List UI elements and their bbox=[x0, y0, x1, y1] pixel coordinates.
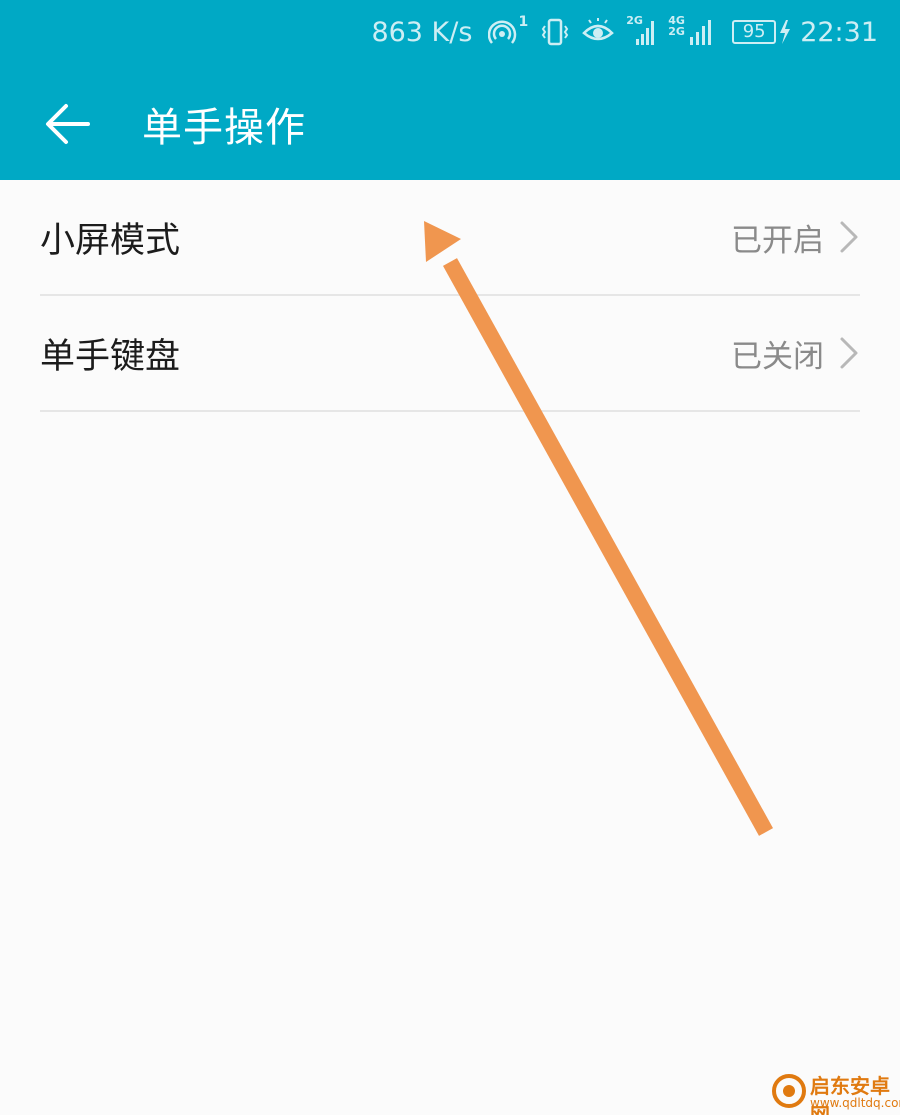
setting-label: 单手键盘 bbox=[40, 336, 181, 377]
chevron-right-icon bbox=[840, 221, 858, 253]
setting-row-one-handed-keyboard[interactable]: 单手键盘 已关闭 bbox=[40, 296, 860, 412]
battery-icon: 95 bbox=[732, 17, 794, 47]
sim1-network-type: 2G bbox=[626, 14, 643, 27]
setting-status: 已关闭 bbox=[731, 338, 824, 375]
watermark-logo-icon bbox=[772, 1074, 806, 1108]
back-button[interactable] bbox=[40, 96, 96, 152]
watermark-url: www.qdltdq.com bbox=[810, 1096, 900, 1110]
sim2-network-type-bottom: 2G bbox=[668, 25, 685, 38]
sim1-signal-icon: 2G bbox=[626, 14, 656, 47]
setting-row-small-screen-mode[interactable]: 小屏模式 已开启 bbox=[40, 180, 860, 296]
status-bar: 863 K/s 1 2G 4G 2G 95 22:31 bbox=[0, 0, 900, 64]
vibrate-icon bbox=[540, 17, 570, 47]
watermark: 启东安卓网 www.qdltdq.com bbox=[772, 1070, 900, 1115]
battery-level: 95 bbox=[732, 20, 777, 44]
eye-comfort-icon bbox=[582, 17, 615, 47]
arrow-left-icon bbox=[46, 104, 90, 144]
clock: 22:31 bbox=[800, 16, 878, 48]
network-speed: 863 K/s bbox=[371, 16, 473, 48]
hotspot-icon: 1 bbox=[488, 14, 529, 47]
page-title: 单手操作 bbox=[142, 105, 306, 151]
setting-status: 已开启 bbox=[731, 222, 824, 259]
setting-label: 小屏模式 bbox=[40, 220, 181, 261]
hotspot-count: 1 bbox=[518, 14, 529, 30]
app-bar: 863 K/s 1 2G 4G 2G 95 22:31 单手操作 bbox=[0, 0, 900, 180]
chevron-right-icon bbox=[840, 337, 858, 369]
sim2-signal-icon: 4G 2G bbox=[668, 15, 716, 47]
